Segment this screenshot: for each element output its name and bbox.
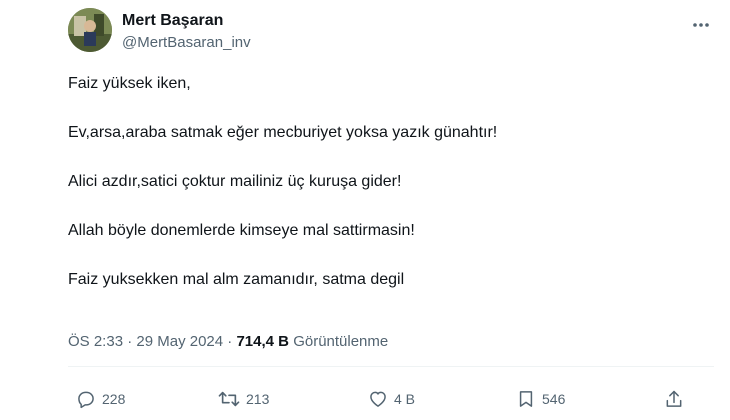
- author-avatar[interactable]: [68, 8, 112, 52]
- author-handle[interactable]: @MertBasaran_inv: [122, 33, 251, 53]
- share-button[interactable]: [664, 384, 684, 414]
- tweet-time[interactable]: ÖS 2:33: [68, 333, 123, 350]
- views-label: Görüntülenme: [293, 333, 389, 350]
- retweet-count: 213: [246, 391, 270, 407]
- reply-icon: [78, 391, 94, 409]
- more-horizontal-icon: [693, 23, 709, 27]
- tweet-meta: ÖS 2:33 · 29 May 2024 · 714,4 B Görüntül…: [68, 332, 388, 352]
- avatar-photo-icon: [68, 8, 112, 52]
- tweet-text-line: Ev,arsa,araba satmak eğer mecburiyet yok…: [68, 124, 498, 141]
- tweet-actions: 228 213 4 B 546: [68, 384, 688, 414]
- retweet-icon: [218, 391, 240, 407]
- tweet-body: Faiz yüksek iken, Ev,arsa,araba satmak e…: [68, 74, 708, 319]
- bookmark-count: 546: [542, 391, 566, 407]
- bookmark-icon: [519, 391, 533, 407]
- meta-separator: ·: [227, 333, 233, 350]
- tweet-date[interactable]: 29 May 2024: [136, 333, 223, 350]
- tweet-text-line: Alici azdır,satici çoktur mailiniz üç ku…: [68, 173, 402, 190]
- views-count: 714,4 B: [236, 333, 290, 350]
- tweet-header: Mert Başaran @MertBasaran_inv: [68, 8, 718, 58]
- tweet-text-line: Allah böyle donemlerde kimseye mal satti…: [68, 222, 415, 239]
- tweet-text-line: Faiz yuksekken mal alm zamanıdır, satma …: [68, 271, 405, 288]
- meta-separator: ·: [127, 333, 133, 350]
- author-display-name[interactable]: Mert Başaran: [122, 11, 251, 31]
- tweet-text-line: Faiz yüksek iken,: [68, 75, 191, 92]
- bookmark-button[interactable]: 546: [516, 384, 565, 414]
- like-count: 4 B: [394, 391, 416, 407]
- more-options-button[interactable]: [684, 8, 718, 42]
- author-name-block: Mert Başaran @MertBasaran_inv: [122, 11, 251, 53]
- retweet-button[interactable]: 213: [218, 384, 269, 414]
- heart-icon: [370, 391, 386, 407]
- reply-button[interactable]: 228: [76, 384, 125, 414]
- like-button[interactable]: 4 B: [368, 384, 415, 414]
- divider: [68, 366, 714, 367]
- reply-count: 228: [102, 391, 126, 407]
- share-icon: [666, 390, 682, 407]
- tweet-card: Mert Başaran @MertBasaran_inv Faiz yükse…: [0, 0, 730, 420]
